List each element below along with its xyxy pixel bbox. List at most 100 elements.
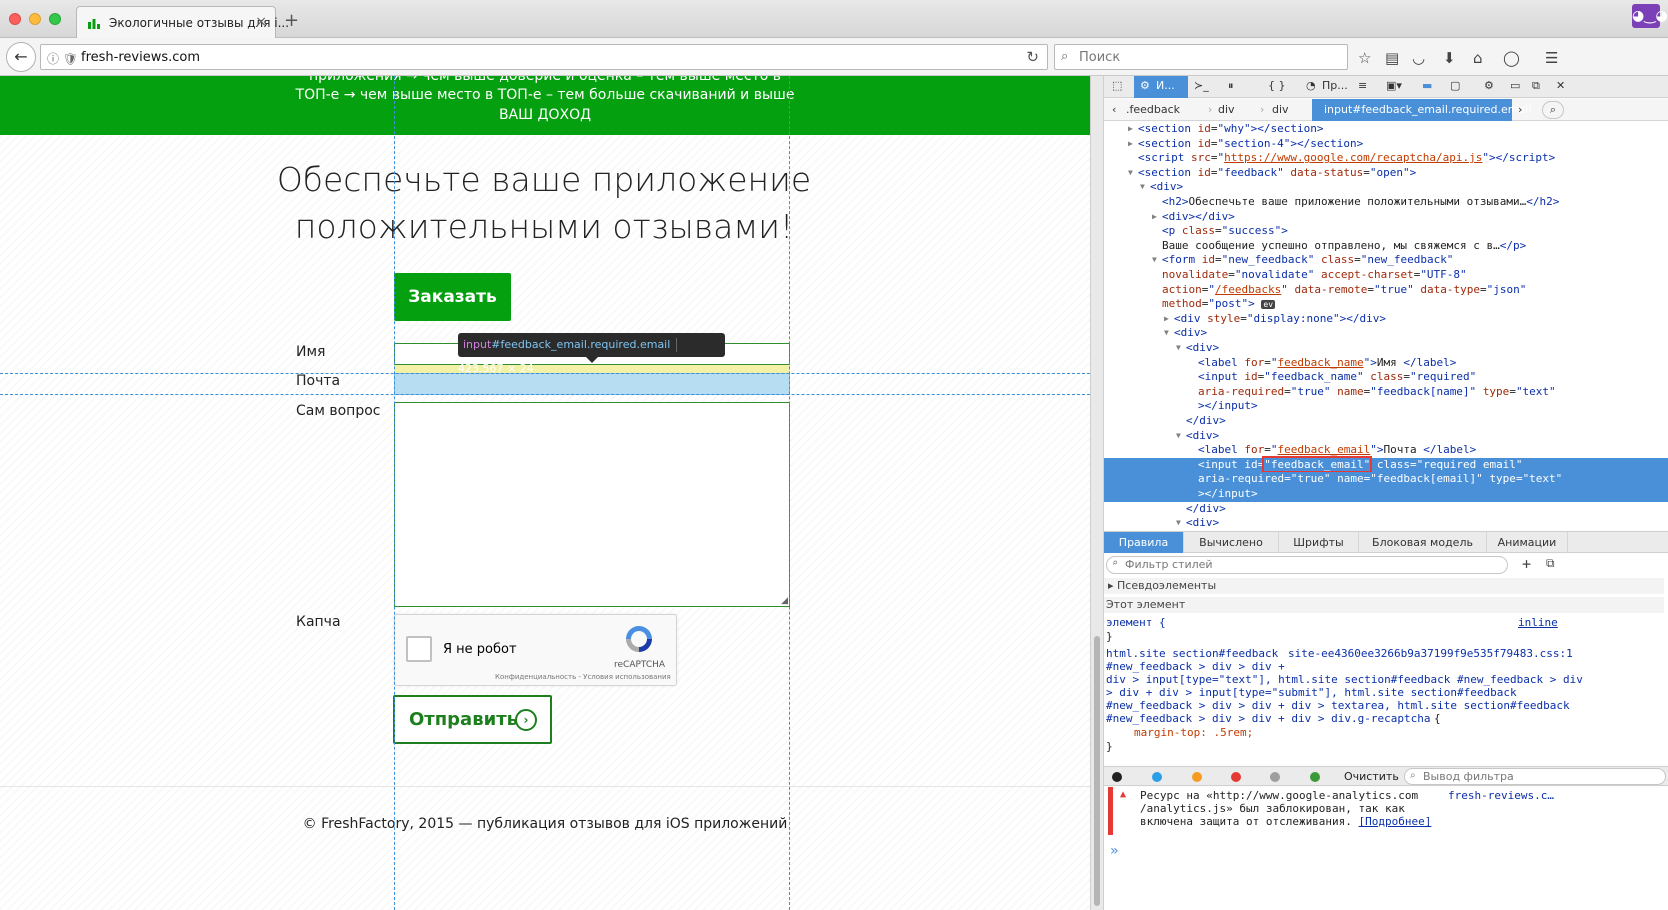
pseudo-elements-header[interactable]: ▸ Псевдоэлементы: [1104, 578, 1664, 594]
reload-icon[interactable]: ↻: [1026, 48, 1039, 66]
breadcrumb-item[interactable]: div: [1272, 103, 1289, 116]
close-devtools-icon[interactable]: ✕: [1556, 79, 1565, 92]
console-tab-icon[interactable]: ≻_: [1194, 79, 1209, 92]
question-textarea[interactable]: ◢: [394, 402, 790, 607]
expand-arrow-icon[interactable]: ▶: [1128, 137, 1133, 151]
tab-rules[interactable]: Правила: [1104, 532, 1184, 553]
debugger-tab-icon[interactable]: ⏸: [1228, 79, 1234, 93]
markup-line[interactable]: ▶ <div></div>: [1104, 210, 1668, 225]
markup-line[interactable]: <p class="success">: [1104, 224, 1668, 239]
browser-tab[interactable]: Экологичные отзывы для i... ×: [76, 6, 289, 39]
order-button[interactable]: Заказать: [394, 273, 511, 321]
filter-net-icon[interactable]: [1112, 772, 1122, 782]
search-bar[interactable]: ⌕ Поиск: [1054, 44, 1348, 70]
markup-line[interactable]: method="post"> ev: [1104, 297, 1668, 312]
breadcrumb-next-icon[interactable]: ›: [1518, 103, 1522, 116]
paint-flashing-icon[interactable]: ▬: [1422, 79, 1432, 92]
collapse-arrow-icon[interactable]: ▼: [1176, 429, 1181, 443]
site-info-icon[interactable]: ⓘ 🛡: [47, 50, 78, 67]
responsive-icon[interactable]: ▣▾: [1386, 79, 1402, 92]
tab-close-icon[interactable]: ×: [255, 14, 267, 30]
tab-fonts[interactable]: Шрифты: [1279, 532, 1359, 553]
rule-declaration[interactable]: margin-top: .5rem;: [1134, 726, 1253, 739]
home-icon[interactable]: ⌂: [1473, 49, 1483, 67]
options-icon[interactable]: ≡: [1358, 79, 1367, 92]
collapse-arrow-icon[interactable]: ▼: [1128, 166, 1133, 180]
pocket-icon[interactable]: ◡: [1412, 49, 1425, 67]
filter-css-icon[interactable]: [1152, 772, 1162, 782]
markup-line-selected[interactable]: aria-required="true" name="feedback[emai…: [1104, 472, 1668, 488]
markup-line[interactable]: ▼ <div>: [1104, 326, 1668, 341]
markup-line[interactable]: </div>: [1104, 502, 1668, 517]
markup-line[interactable]: aria-required="true" name="feedback[name…: [1104, 385, 1668, 400]
menu-icon[interactable]: ☰: [1545, 49, 1558, 67]
breadcrumb-item[interactable]: .feedback: [1126, 103, 1180, 116]
rule-source-link[interactable]: site-ee4360ee3266b9a37199f9e535f79483.cs…: [1288, 647, 1573, 660]
back-button[interactable]: ←: [6, 42, 36, 72]
filter-logging-icon[interactable]: [1270, 772, 1280, 782]
console-prompt-icon[interactable]: »: [1110, 843, 1118, 859]
markup-line[interactable]: novalidate="novalidate" accept-charset="…: [1104, 268, 1668, 283]
tab-performance-label[interactable]: Пр...: [1322, 79, 1348, 92]
settings-gear-icon[interactable]: ⚙: [1484, 79, 1494, 92]
add-rule-icon[interactable]: +: [1522, 555, 1531, 573]
zoom-window-button[interactable]: [49, 13, 61, 25]
url-bar[interactable]: ⓘ 🛡 fresh-reviews.com ↻: [40, 44, 1048, 70]
email-input[interactable]: [394, 373, 790, 395]
dock-icon[interactable]: ▭: [1510, 79, 1520, 92]
page-scrollbar[interactable]: [1090, 76, 1104, 910]
markup-line[interactable]: ▶ <section id="section-4"></section>: [1104, 137, 1668, 152]
markup-line[interactable]: </div>: [1104, 414, 1668, 429]
markup-line[interactable]: <label for="feedback_name">Имя </label>: [1104, 356, 1668, 371]
style-editor-tab-icon[interactable]: { }: [1268, 79, 1286, 92]
markup-line[interactable]: ▼ <section id="feedback" data-status="ope…: [1104, 166, 1668, 181]
console-filter-input[interactable]: Вывод фильтра: [1404, 768, 1666, 785]
undock-icon[interactable]: ⧉: [1532, 79, 1540, 93]
tab-inspector[interactable]: ⚙ И...: [1134, 76, 1188, 98]
expand-arrow-icon[interactable]: ▶: [1152, 210, 1157, 224]
collapse-arrow-icon[interactable]: ▼: [1164, 326, 1169, 340]
collapse-arrow-icon[interactable]: ▼: [1152, 253, 1157, 267]
markup-line[interactable]: <script src="https://www.google.com/reca…: [1104, 151, 1668, 166]
breadcrumb-prev-icon[interactable]: ‹: [1112, 103, 1116, 116]
send-button[interactable]: Отправить ›: [393, 695, 552, 744]
markup-line[interactable]: action="/feedbacks" data-remote="true" d…: [1104, 283, 1668, 298]
markup-line-selected[interactable]: ></input>: [1104, 487, 1668, 502]
minimize-window-button[interactable]: [29, 13, 41, 25]
bookmark-star-icon[interactable]: ☆: [1358, 49, 1371, 67]
breadcrumb-item[interactable]: div: [1218, 103, 1235, 116]
console-source-link[interactable]: fresh-reviews.c…: [1448, 789, 1554, 802]
markup-line[interactable]: ▶ <div style="display:none"></div>: [1104, 312, 1668, 327]
filter-styles-input[interactable]: Фильтр стилей: [1106, 556, 1508, 574]
downloads-icon[interactable]: ⬇: [1443, 49, 1456, 67]
markup-line[interactable]: ▼ <div>: [1104, 429, 1668, 444]
learn-more-link[interactable]: [Подробнее]: [1359, 815, 1432, 828]
performance-icon[interactable]: ◔: [1306, 79, 1316, 92]
collapse-arrow-icon[interactable]: ▼: [1140, 180, 1145, 194]
new-tab-button[interactable]: +: [284, 10, 299, 31]
chat-icon[interactable]: ◯: [1503, 49, 1520, 67]
resize-handle-icon[interactable]: ◢: [781, 596, 788, 606]
toggle-pseudo-icon[interactable]: ⧉: [1546, 556, 1555, 571]
tab-box-model[interactable]: Блоковая модель: [1359, 532, 1487, 553]
private-mask-icon[interactable]: ◕‿◕: [1632, 4, 1668, 28]
pick-element-icon[interactable]: ⬚: [1112, 79, 1122, 92]
url-text[interactable]: fresh-reviews.com: [81, 50, 200, 65]
filter-security-icon[interactable]: [1231, 772, 1241, 782]
markup-line[interactable]: ▶ <section id="why"></section>: [1104, 122, 1668, 137]
markup-line-selected[interactable]: <input id="feedback_email" class="requir…: [1104, 455, 1668, 473]
markup-line[interactable]: ▼ <div>: [1104, 341, 1668, 356]
markup-line[interactable]: ></input>: [1104, 399, 1668, 414]
collapse-arrow-icon[interactable]: ▼: [1176, 341, 1181, 355]
markup-line[interactable]: <h2>Обеспечьте ваше приложение положител…: [1104, 195, 1668, 210]
expand-arrow-icon[interactable]: ▶: [1128, 122, 1133, 136]
markup-line[interactable]: Ваше сообщение успешно отправлено, мы св…: [1104, 239, 1668, 254]
tab-animations[interactable]: Анимации: [1487, 532, 1568, 553]
screenshot-icon[interactable]: ▢: [1450, 79, 1460, 92]
tab-computed[interactable]: Вычислено: [1184, 532, 1279, 553]
markup-search-icon[interactable]: ⌕: [1542, 101, 1564, 119]
filter-server-icon[interactable]: [1310, 772, 1320, 782]
collapse-arrow-icon[interactable]: ▼: [1176, 516, 1181, 530]
markup-line[interactable]: <label for="feedback_email">Почта </labe…: [1104, 443, 1668, 458]
captcha-checkbox[interactable]: [406, 636, 432, 662]
